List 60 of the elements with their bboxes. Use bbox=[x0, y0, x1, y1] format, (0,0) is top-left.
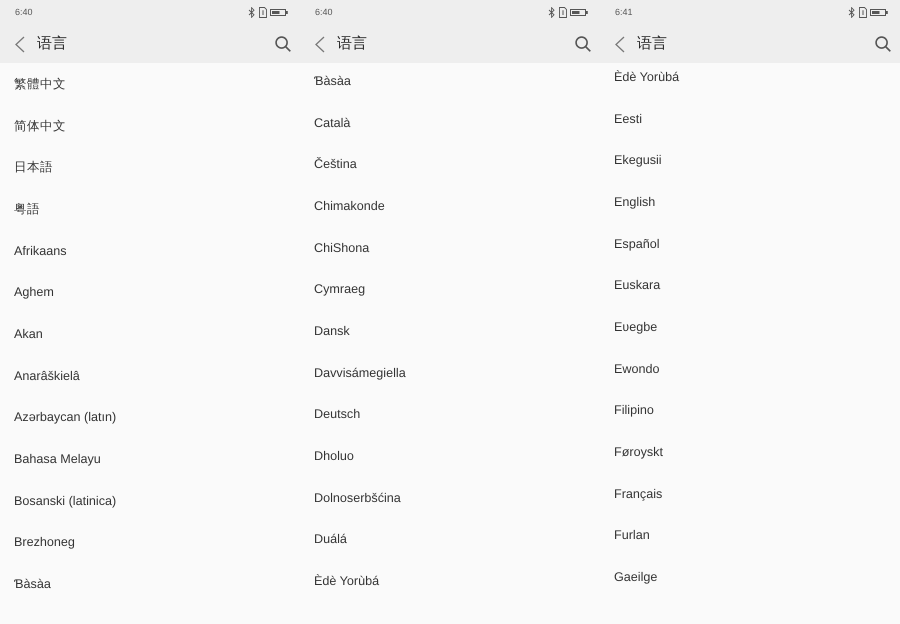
bluetooth-icon bbox=[548, 7, 556, 18]
language-item[interactable]: 繁體中文 bbox=[14, 70, 66, 98]
language-item[interactable]: Gaeilge bbox=[614, 562, 658, 591]
page-title: 语言 bbox=[37, 35, 68, 53]
language-item[interactable]: Ɓàsàa bbox=[314, 67, 351, 95]
language-item[interactable]: Èdè Yorùbá bbox=[614, 63, 680, 91]
language-item[interactable]: Deutsch bbox=[314, 400, 360, 428]
search-icon[interactable] bbox=[575, 36, 591, 52]
page-title: 语言 bbox=[637, 35, 668, 53]
language-item[interactable]: Aghem bbox=[14, 278, 54, 306]
language-item[interactable]: Afrikaans bbox=[14, 236, 66, 265]
language-item[interactable]: Davvisámegiella bbox=[314, 358, 406, 387]
back-icon[interactable] bbox=[14, 36, 25, 52]
language-item[interactable]: Azərbaycan (latın) bbox=[14, 403, 116, 432]
language-item[interactable]: Euskara bbox=[614, 271, 660, 300]
sim-card-icon bbox=[559, 7, 567, 18]
language-item[interactable]: Brezhoneg bbox=[14, 528, 75, 556]
status-time: 6:41 bbox=[615, 7, 633, 18]
language-item[interactable]: 粤語 bbox=[14, 194, 40, 223]
language-item[interactable]: Dansk bbox=[314, 316, 350, 345]
sim-card-icon bbox=[859, 7, 867, 18]
status-time: 6:40 bbox=[15, 7, 33, 18]
language-item[interactable]: Español bbox=[614, 230, 660, 258]
language-item[interactable]: Bahasa Melayu bbox=[14, 444, 101, 473]
language-item[interactable]: Furlan bbox=[614, 521, 650, 550]
language-item[interactable]: Bosanski (latinica) bbox=[14, 486, 116, 515]
language-item[interactable]: Chimakonde bbox=[314, 192, 385, 220]
bluetooth-icon bbox=[248, 7, 256, 18]
battery-icon bbox=[570, 9, 588, 16]
language-item[interactable]: Anarâškielâ bbox=[14, 362, 80, 390]
language-item[interactable]: Føroyskt bbox=[614, 438, 663, 466]
battery-icon bbox=[270, 9, 288, 16]
language-item[interactable]: Cymraeg bbox=[314, 275, 366, 304]
search-icon[interactable] bbox=[875, 36, 891, 52]
language-item[interactable]: Akan bbox=[14, 320, 43, 348]
language-item[interactable]: Duálá bbox=[314, 525, 347, 554]
language-item[interactable]: 日本語 bbox=[14, 153, 53, 182]
bluetooth-icon bbox=[848, 7, 856, 18]
language-item[interactable]: English bbox=[614, 188, 656, 216]
page-title: 语言 bbox=[337, 35, 368, 53]
status-time: 6:40 bbox=[315, 7, 333, 18]
language-item[interactable]: Eʋegbe bbox=[614, 312, 658, 341]
language-item[interactable]: Català bbox=[314, 108, 350, 137]
language-item[interactable]: 简体中文 bbox=[14, 112, 66, 140]
language-item[interactable]: Èdè Yorùbá bbox=[314, 566, 380, 595]
language-item[interactable]: Dholuo bbox=[314, 442, 354, 470]
language-item[interactable]: Ekegusii bbox=[614, 146, 662, 174]
language-item[interactable]: Ewondo bbox=[614, 354, 660, 383]
battery-icon bbox=[870, 9, 888, 16]
sim-card-icon bbox=[259, 7, 267, 18]
language-item[interactable]: ChiShona bbox=[314, 234, 370, 262]
back-icon[interactable] bbox=[614, 36, 625, 52]
language-item[interactable]: Dolnoserbšćina bbox=[314, 484, 401, 512]
language-item[interactable]: Filipino bbox=[614, 396, 654, 424]
language-item[interactable]: Français bbox=[614, 480, 662, 508]
language-item[interactable]: Ɓàsàa bbox=[14, 570, 51, 598]
back-icon[interactable] bbox=[314, 36, 325, 52]
language-item[interactable]: Čeština bbox=[314, 150, 357, 178]
language-item[interactable]: Eesti bbox=[614, 104, 642, 133]
search-icon[interactable] bbox=[275, 36, 291, 52]
